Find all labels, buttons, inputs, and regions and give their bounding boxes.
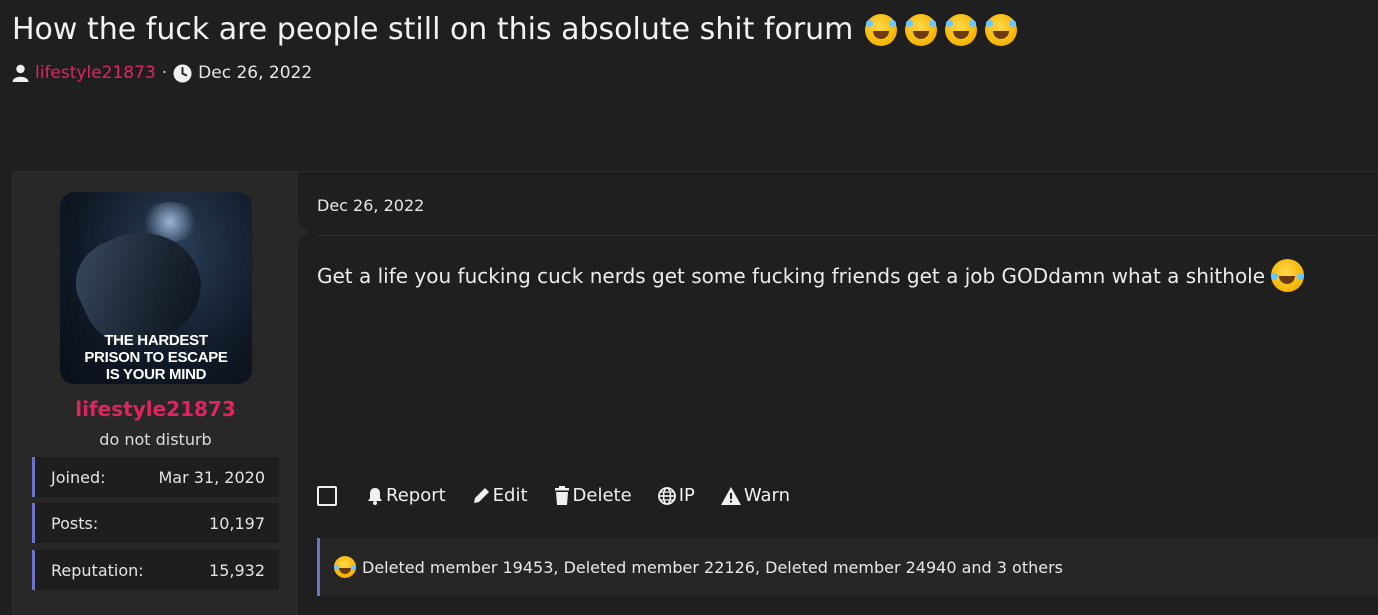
rofl-emoji-icon	[945, 13, 978, 46]
pencil-icon	[473, 487, 489, 503]
clock-icon	[173, 63, 192, 83]
edit-label: Edit	[492, 485, 528, 506]
stat-value: 15,932	[209, 560, 265, 580]
report-label: Report	[386, 485, 446, 506]
rofl-emoji-icon	[985, 13, 1018, 46]
ip-button[interactable]: IP	[657, 485, 695, 506]
thread-meta: lifestyle21873 · Dec 26, 2022	[12, 63, 312, 83]
stat-label: Reputation:	[51, 560, 144, 580]
title-emoji-row	[865, 13, 1018, 46]
thread-author-link[interactable]: lifestyle21873	[35, 63, 156, 83]
avatar-caption-line: THE HARDEST	[104, 332, 208, 349]
rofl-emoji-icon	[865, 13, 898, 46]
reactions-text[interactable]: Deleted member 19453, Deleted member 221…	[362, 558, 1063, 577]
rofl-emoji-icon	[905, 13, 938, 46]
report-button[interactable]: Report	[367, 485, 446, 506]
stat-value: 10,197	[209, 513, 265, 533]
post-body: Get a life you fucking cuck nerds get so…	[317, 259, 1305, 292]
avatar-caption: THE HARDEST PRISON TO ESCAPE IS YOUR MIN…	[60, 332, 252, 383]
stat-joined: Joined: Mar 31, 2020	[32, 457, 279, 497]
bell-icon	[368, 487, 382, 505]
post-actions: Report Edit Delete IP Warn	[317, 485, 790, 506]
avatar-caption-line: IS YOUR MIND	[105, 366, 207, 383]
thread-title: How the fuck are people still on this ab…	[12, 12, 1018, 47]
user-sidebar: THE HARDEST PRISON TO ESCAPE IS YOUR MIN…	[13, 172, 308, 615]
user-icon	[12, 64, 29, 82]
avatar[interactable]: THE HARDEST PRISON TO ESCAPE IS YOUR MIN…	[60, 192, 252, 384]
joy-emoji-icon	[334, 556, 356, 578]
joy-emoji-icon	[1271, 259, 1305, 292]
trash-icon	[554, 486, 569, 505]
stat-label: Posts:	[51, 513, 99, 533]
thread-title-text: How the fuck are people still on this ab…	[12, 12, 854, 47]
stat-value: Mar 31, 2020	[158, 467, 265, 487]
stat-posts: Posts: 10,197	[32, 503, 279, 543]
post-body-text: Get a life you fucking cuck nerds get so…	[317, 263, 1266, 288]
meta-separator: ·	[161, 63, 168, 83]
post-date[interactable]: Dec 26, 2022	[317, 196, 424, 215]
edit-button[interactable]: Edit	[472, 485, 528, 506]
warn-button[interactable]: Warn	[720, 485, 791, 506]
avatar-caption-line: PRISON TO ESCAPE	[84, 349, 228, 366]
post-divider	[317, 235, 1378, 236]
thread-date[interactable]: Dec 26, 2022	[198, 63, 312, 83]
post-username[interactable]: lifestyle21873	[13, 397, 298, 421]
user-title: do not disturb	[99, 430, 212, 449]
post-container: THE HARDEST PRISON TO ESCAPE IS YOUR MIN…	[12, 171, 1378, 615]
reactions-bar[interactable]: Deleted member 19453, Deleted member 221…	[317, 538, 1378, 596]
delete-button[interactable]: Delete	[554, 485, 632, 506]
stat-reputation: Reputation: 15,932	[32, 550, 279, 590]
select-post-checkbox[interactable]	[317, 485, 337, 506]
warn-label: Warn	[743, 485, 791, 506]
delete-label: Delete	[572, 485, 632, 506]
warning-icon	[720, 486, 741, 505]
globe-icon	[657, 486, 676, 505]
ip-label: IP	[678, 485, 695, 506]
stat-label: Joined:	[51, 467, 106, 487]
